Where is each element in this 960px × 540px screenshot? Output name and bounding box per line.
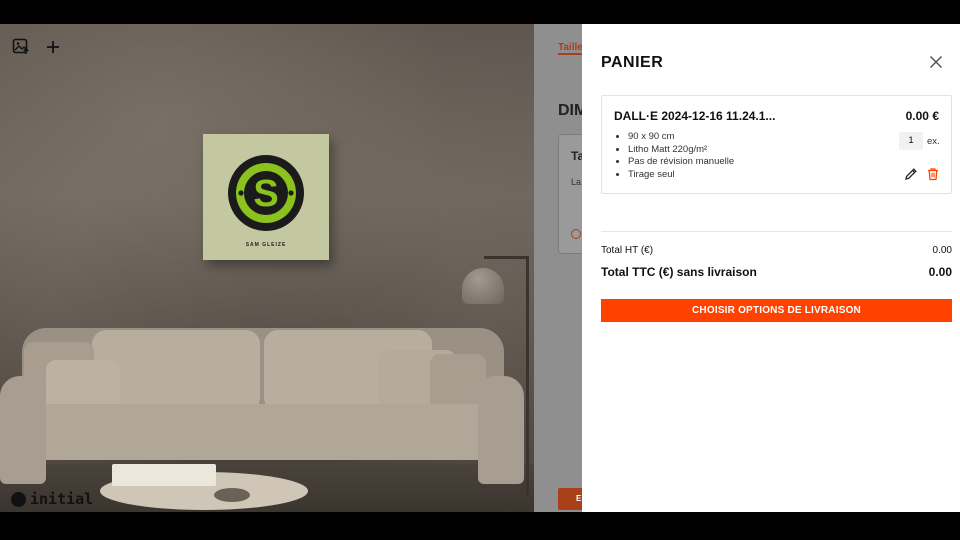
cart-item: DALL·E 2024-12-16 11.24.1... 0.00 € 90 x… [601, 95, 952, 194]
choose-delivery-button[interactable]: CHOISIR OPTIONS DE LIVRAISON [601, 299, 952, 322]
lamp-pole [526, 256, 529, 496]
pencil-icon[interactable] [904, 167, 918, 181]
room-preview: S SAM GLEIZE initial [0, 24, 534, 512]
totals-divider [601, 231, 952, 232]
cart-title: PANIER [601, 54, 664, 71]
trash-icon[interactable] [926, 167, 940, 181]
monogram-letter: S [253, 173, 278, 215]
close-icon[interactable] [928, 54, 944, 70]
card-text: La [571, 177, 582, 187]
background-action-button[interactable]: E [558, 488, 582, 510]
spec-size: 90 x 90 cm [628, 131, 734, 144]
books [112, 464, 216, 486]
spec-revision: Pas de révision manuelle [628, 156, 734, 169]
sofa-arm-right [478, 376, 524, 484]
lamp-shade [462, 268, 504, 304]
brand-name: initial [30, 490, 94, 508]
total-ttc-row: Total TTC (€) sans livraison 0.00 [601, 265, 952, 279]
tab-size[interactable]: Taille [558, 42, 582, 55]
sofa-arm-left [0, 376, 46, 484]
total-ht-label: Total HT (€) [601, 245, 654, 256]
background-action-label: E [576, 494, 582, 503]
brand-logo: initial [11, 490, 93, 508]
quantity-input[interactable]: 1 [899, 132, 923, 150]
background-page: Taille DIM Ta La E [534, 24, 582, 512]
top-letterbox [0, 0, 960, 24]
monogram-logo: S [228, 155, 304, 231]
section-heading: DIM [558, 102, 582, 119]
brand-dot [11, 491, 26, 507]
info-icon [571, 229, 581, 239]
item-price: 0.00 € [905, 109, 939, 123]
total-ttc-label: Total TTC (€) sans livraison [601, 265, 757, 279]
cart-drawer: PANIER DALL·E 2024-12-16 11.24.1... 0.00… [582, 24, 960, 512]
bottom-letterbox [0, 512, 960, 540]
card-title: Ta [571, 149, 582, 163]
total-ttc-value: 0.00 [928, 265, 952, 279]
bowl [214, 488, 250, 502]
preview-toolbar [10, 36, 64, 58]
spec-print: Tirage seul [628, 169, 734, 182]
quantity-unit: ex. [927, 136, 940, 147]
item-specs: 90 x 90 cm Litho Matt 220g/m² Pas de rév… [628, 131, 734, 181]
spec-paper: Litho Matt 220g/m² [628, 144, 734, 157]
artwork-frame: S SAM GLEIZE [203, 134, 329, 260]
total-ht-row: Total HT (€) 0.00 [601, 245, 952, 256]
total-ht-value: 0.00 [932, 245, 952, 256]
sofa-seat [24, 404, 498, 460]
image-upload-icon[interactable] [10, 36, 32, 58]
item-name: DALL·E 2024-12-16 11.24.1... [614, 109, 776, 123]
lamp-arm [484, 256, 528, 259]
option-card: Ta La [558, 134, 582, 254]
artwork-caption: SAM GLEIZE [245, 242, 287, 248]
plus-icon[interactable] [42, 36, 64, 58]
